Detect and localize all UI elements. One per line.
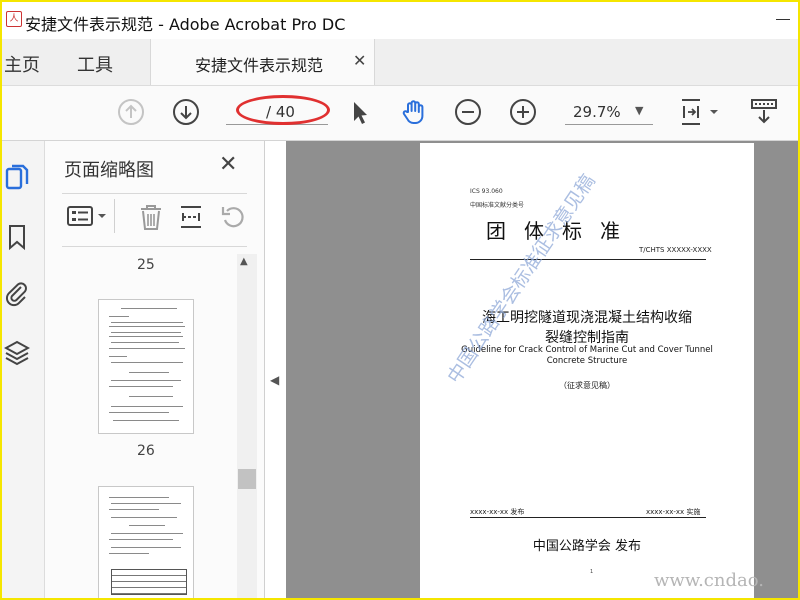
document-tab[interactable]: 安捷文件表示规范 ✕ — [150, 39, 375, 85]
zoom-out-icon[interactable] — [454, 98, 482, 126]
close-panel-icon[interactable]: ✕ — [219, 152, 237, 177]
delete-page-icon[interactable] — [138, 203, 164, 235]
thumbnail-panel: 页面缩略图 ✕ 25 26 ▲ — [45, 141, 265, 598]
bookmark-icon[interactable] — [4, 223, 30, 251]
thumbnail-page-26[interactable] — [98, 299, 194, 434]
ics-code: ICS 93.060 — [470, 188, 503, 195]
draft-status: （征求意见稿） — [559, 381, 615, 390]
collapse-panel-icon[interactable]: ◀ — [270, 373, 279, 387]
classification-label: 中国标准文献分类号 — [470, 202, 525, 209]
page-up-icon[interactable] — [117, 98, 145, 126]
minimize-icon[interactable] — [776, 19, 790, 20]
document-view[interactable]: ICS 93.060 中国标准文献分类号 团体标准 T/CHTS XXXXX-X… — [286, 141, 798, 598]
hand-tool-icon[interactable] — [400, 98, 428, 126]
scroll-thumb[interactable] — [238, 469, 256, 489]
document-title-zh-line1: 海工明挖隧道现浇混凝土结构收缩 — [482, 310, 692, 326]
options-menu-icon[interactable] — [66, 203, 110, 233]
panel-title: 页面缩略图 — [64, 160, 154, 181]
thumbnail-page-27[interactable] — [98, 486, 194, 598]
implementation-date: xxxx-xx-xx 实施 — [646, 508, 701, 516]
navigation-rail — [2, 141, 45, 598]
document-page: ICS 93.060 中国标准文献分类号 团体标准 T/CHTS XXXXX-X… — [420, 143, 754, 598]
divider — [114, 199, 115, 233]
extract-page-icon[interactable] — [178, 203, 204, 235]
select-cursor-icon[interactable] — [346, 98, 374, 126]
zoom-in-icon[interactable] — [509, 98, 537, 126]
divider — [470, 259, 706, 260]
divider — [62, 193, 247, 194]
divider — [62, 246, 247, 247]
issue-date: xxxx-xx-xx 发布 — [470, 508, 525, 516]
document-tab-label: 安捷文件表示规范 — [195, 56, 324, 75]
zoom-level-select[interactable]: 29.7% ▼ — [565, 99, 653, 125]
menu-home[interactable]: 主页 — [4, 51, 40, 77]
acrobat-window: 人 安捷文件表示规范 - Adobe Acrobat Pro DC 主页 工具 … — [2, 2, 798, 598]
scroll-up-icon[interactable]: ▲ — [240, 256, 248, 267]
highlight-ellipse — [236, 95, 330, 125]
acrobat-app-icon: 人 — [6, 11, 22, 27]
chevron-down-icon: ▼ — [635, 104, 644, 117]
divider — [470, 517, 706, 518]
standard-code: T/CHTS XXXXX-XXXX — [639, 246, 712, 254]
thumbnail-label: 25 — [137, 257, 155, 273]
toolbar: / 40 29.7% ▼ — [2, 86, 798, 141]
page-thumbnails-icon[interactable] — [4, 163, 30, 191]
title-bar: 人 安捷文件表示规范 - Adobe Acrobat Pro DC — [2, 2, 798, 39]
attachment-icon[interactable] — [4, 279, 30, 307]
menu-tools[interactable]: 工具 — [77, 51, 113, 77]
thumbnail-label: 26 — [137, 443, 155, 459]
layers-icon[interactable] — [3, 338, 31, 366]
panel-toolbar — [62, 199, 252, 235]
site-watermark: www.cndao. — [654, 570, 764, 591]
scrollbar[interactable]: ▲ — [237, 254, 257, 598]
close-tab-icon[interactable]: ✕ — [353, 51, 366, 70]
scroll-mode-icon[interactable] — [750, 98, 778, 126]
rotate-icon[interactable] — [220, 203, 246, 235]
page-number: 1 — [590, 569, 594, 575]
fit-page-icon[interactable] — [678, 98, 724, 126]
menu-bar: 主页 工具 安捷文件表示规范 ✕ — [2, 39, 798, 86]
page-down-icon[interactable] — [172, 98, 200, 126]
window-title: 安捷文件表示规范 - Adobe Acrobat Pro DC — [25, 15, 346, 34]
issuer: 中国公路学会 发布 — [532, 539, 642, 554]
zoom-level-value: 29.7% — [573, 103, 621, 121]
